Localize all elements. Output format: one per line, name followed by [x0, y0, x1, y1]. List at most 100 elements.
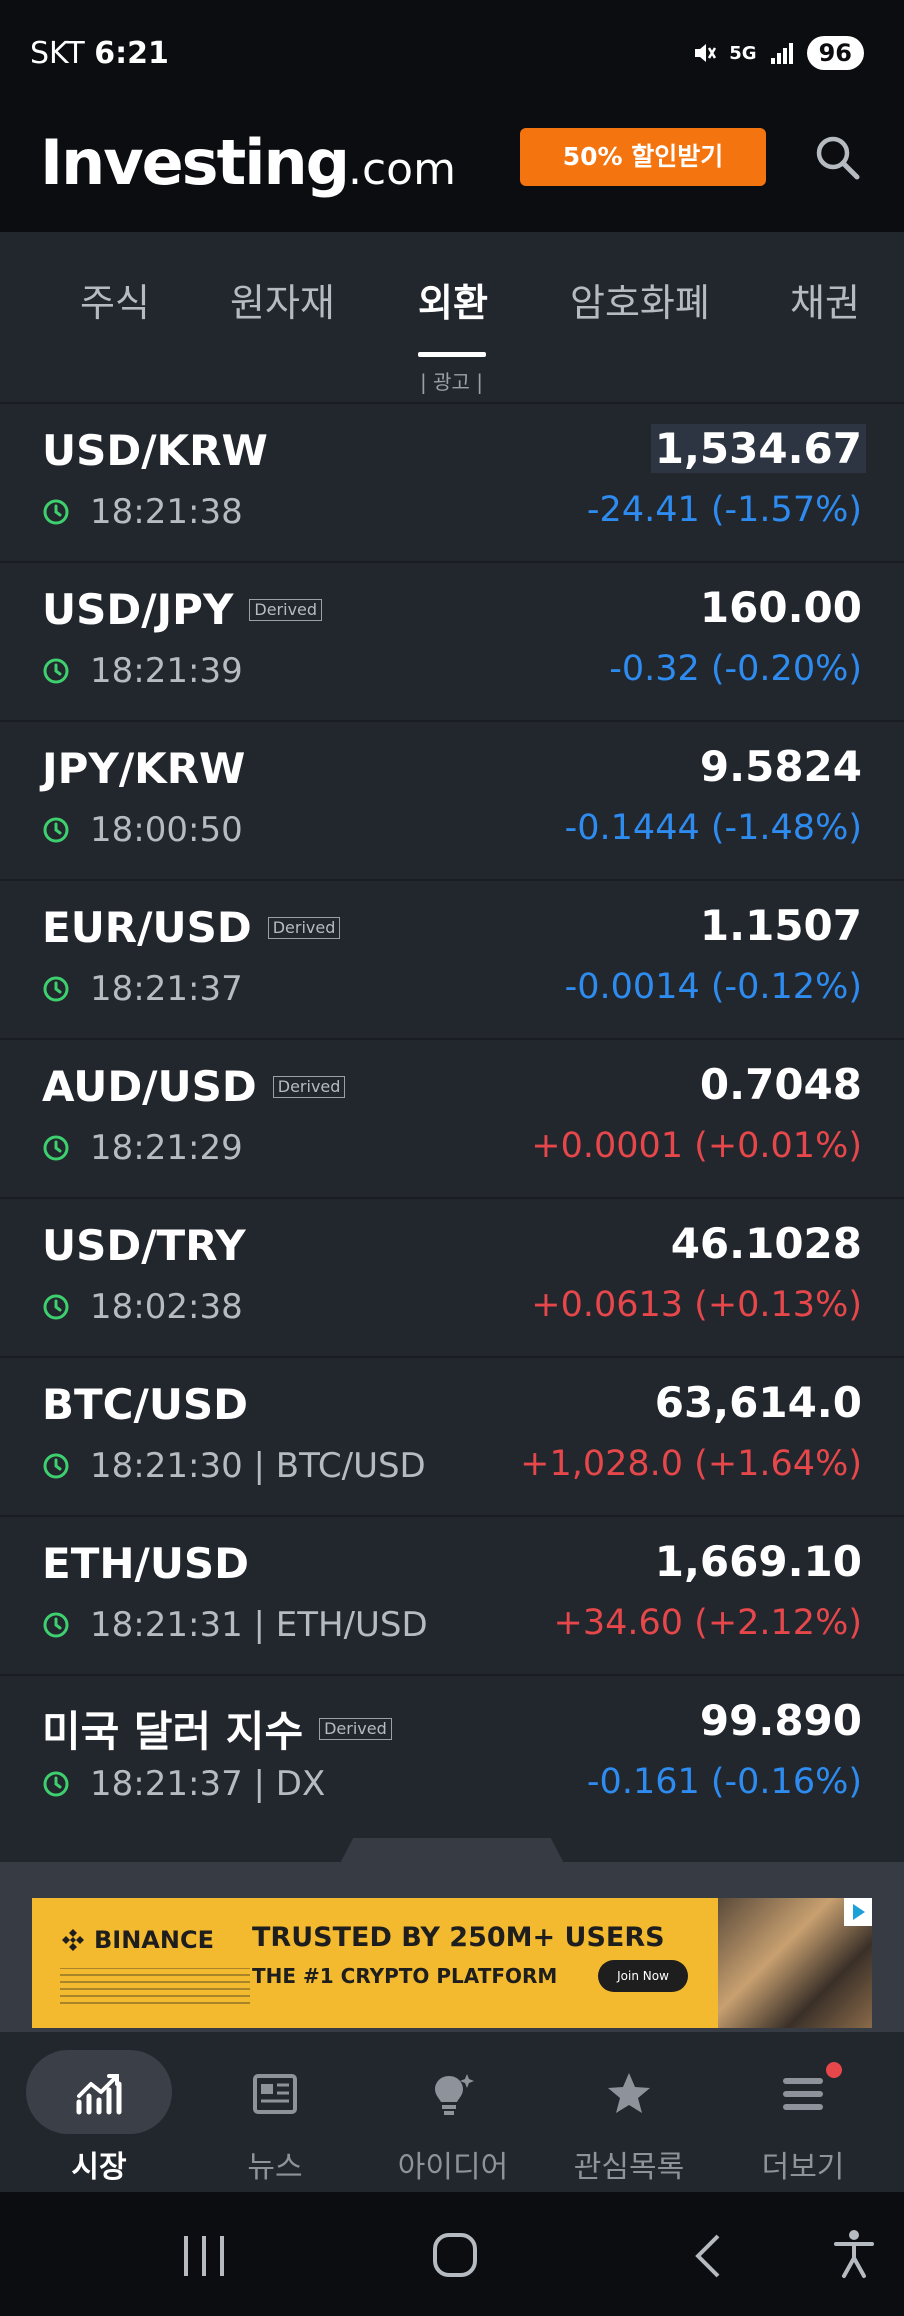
quote-row[interactable]: AUD/USD Derived 18:21:29 0.7048 +0.0001 (+0.… [0, 1038, 904, 1197]
quote-price: 9.5824 [699, 742, 862, 791]
quote-change: -0.0014 (-0.12%) [564, 967, 862, 1007]
binance-ad-banner[interactable]: BINANCE TRUSTED BY 250M+ USERS THE #1 CR… [32, 1898, 872, 2028]
quote-row[interactable]: USD/KRW 18:21:38 1,534.67 -24.41 (-1.57%) [0, 402, 904, 561]
symbol-label: USD/JPY [42, 585, 234, 634]
quote-row[interactable]: BTC/USD 18:21:30 | BTC/USD 63,614.0 +1,028.… [0, 1356, 904, 1515]
newspaper-icon [253, 2074, 297, 2114]
battery-indicator: 96 [806, 36, 864, 70]
symbol-label: 미국 달러 지수 [42, 1707, 304, 1756]
status-bar: SKT 6:21 5G 96 [0, 0, 904, 110]
logo-main: Investing [40, 126, 350, 199]
tab-stocks[interactable]: 주식 [80, 272, 150, 327]
adchoices-icon[interactable] [844, 1898, 872, 1926]
quote-time: 18:00:50 [42, 810, 243, 850]
recent-apps-icon[interactable] [180, 2234, 228, 2278]
quote-time: 18:21:38 [42, 492, 243, 532]
quote-price: 0.7048 [699, 1060, 862, 1109]
quote-time: 18:02:38 [42, 1287, 243, 1327]
quote-change: -0.161 (-0.16%) [586, 1762, 862, 1802]
symbol-label: AUD/USD [42, 1062, 257, 1111]
tab-forex[interactable]: 외환 [418, 272, 488, 327]
quote-row[interactable]: 미국 달러 지수 Derived 18:21:37 | DX 99.890 -0.161… [0, 1674, 904, 1833]
promo-discount-button[interactable]: 50% 할인받기 [520, 128, 766, 186]
search-icon[interactable] [812, 132, 862, 182]
quote-price: 46.1028 [670, 1219, 862, 1268]
category-tabs: 주식 원자재 외환 암호화폐 채권 | 광고 | [0, 232, 904, 402]
quote-symbol: BTC/USD [42, 1380, 248, 1429]
quote-symbol: ETH/USD [42, 1539, 249, 1588]
quote-price: 1,669.10 [654, 1537, 862, 1586]
symbol-label: BTC/USD [42, 1380, 249, 1429]
quote-symbol: USD/JPY Derived [42, 585, 323, 634]
ad-container: BINANCE TRUSTED BY 250M+ USERS THE #1 CR… [0, 1862, 904, 2032]
quote-change: +34.60 (+2.12%) [553, 1603, 862, 1643]
back-icon[interactable] [690, 2232, 724, 2280]
quote-time: 18:21:39 [42, 651, 243, 691]
nav-news[interactable]: 뉴스 [194, 2050, 374, 2190]
ad-subline: THE #1 CRYPTO PLATFORM [252, 1964, 558, 1988]
time-label: 18:21:38 [90, 492, 243, 532]
nav-label-more: 더보기 [761, 2150, 845, 2185]
time-label: 18:21:37 [90, 969, 243, 1009]
ad-fine-print [60, 1968, 250, 2004]
accessibility-icon[interactable] [832, 2228, 876, 2280]
clock-icon [43, 1612, 69, 1638]
clock-icon [43, 976, 69, 1002]
quote-time: 18:21:29 [42, 1128, 243, 1168]
quote-time: 18:21:37 [42, 969, 243, 1009]
ad-cta-button[interactable]: Join Now [598, 1960, 688, 1992]
quote-symbol: AUD/USD Derived [42, 1062, 346, 1111]
nav-label-markets: 시장 [71, 2150, 127, 2185]
quote-time: 18:21:31 | ETH/USD [42, 1605, 428, 1645]
home-icon[interactable] [432, 2232, 478, 2278]
symbol-label: USD/TRY [42, 1221, 246, 1270]
network-label: 5G [729, 42, 757, 64]
symbol-label: USD/KRW [42, 426, 268, 475]
quote-change: +1,028.0 (+1.64%) [520, 1444, 862, 1484]
system-navigation-bar [0, 2192, 904, 2316]
tab-crypto[interactable]: 암호화폐 [570, 272, 710, 327]
signal-icon [770, 43, 793, 64]
symbol-label: ETH/USD [42, 1539, 250, 1588]
notification-dot [826, 2062, 842, 2078]
tab-commodities[interactable]: 원자재 [230, 272, 335, 327]
quote-row[interactable]: ETH/USD 18:21:31 | ETH/USD 1,669.10 +34.60 … [0, 1515, 904, 1674]
symbol-label: JPY/KRW [42, 744, 246, 793]
lightbulb-icon [435, 2074, 474, 2115]
quote-price: 99.890 [699, 1696, 862, 1745]
nav-ideas[interactable]: 아이디어 [372, 2050, 552, 2190]
quote-row[interactable]: EUR/USD Derived 18:21:37 1.1507 -0.0014 (-0.… [0, 879, 904, 1038]
nav-markets[interactable]: 시장 [18, 2050, 198, 2190]
quote-list: USD/KRW 18:21:38 1,534.67 -24.41 (-1.57%) US… [0, 402, 904, 1833]
carrier-label: SKT [30, 36, 85, 71]
quote-symbol: EUR/USD Derived [42, 903, 341, 952]
quote-row[interactable]: USD/JPY Derived 18:21:39 160.00 -0.32 (-0.20… [0, 561, 904, 720]
mute-icon [695, 44, 717, 62]
time-label: 18:21:39 [90, 651, 243, 691]
status-carrier-time: SKT 6:21 [30, 36, 169, 71]
quote-symbol: USD/TRY [42, 1221, 246, 1270]
app-header: Investing.com 50% 할인받기 [0, 110, 904, 232]
quote-price: 63,614.0 [654, 1378, 862, 1427]
time-label: 18:21:30 | BTC/USD [90, 1446, 426, 1486]
quote-price: 160.00 [699, 583, 862, 632]
symbol-label: EUR/USD [42, 903, 252, 952]
time-label: 18:02:38 [90, 1287, 243, 1327]
tab-bonds[interactable]: 채권 [790, 272, 860, 327]
time-label: 18:21:37 | DX [90, 1764, 326, 1804]
quote-time: 18:21:30 | BTC/USD [42, 1446, 426, 1486]
investing-logo[interactable]: Investing.com [40, 126, 456, 199]
nav-more[interactable]: 더보기 [722, 2050, 902, 2190]
clock-label: 6:21 [94, 36, 169, 71]
derived-badge: Derived [272, 1075, 346, 1098]
logo-suffix: .com [347, 144, 456, 195]
nav-watchlist[interactable]: 관심목록 [548, 2050, 728, 2190]
star-icon [608, 2073, 650, 2113]
quote-change: -24.41 (-1.57%) [586, 490, 862, 530]
nav-label-news: 뉴스 [247, 2150, 303, 2185]
nav-label-ideas: 아이디어 [397, 2150, 509, 2185]
quote-row[interactable]: USD/TRY 18:02:38 46.1028 +0.0613 (+0.13%) [0, 1197, 904, 1356]
quote-row[interactable]: JPY/KRW 18:00:50 9.5824 -0.1444 (-1.48%) [0, 720, 904, 879]
derived-badge: Derived [319, 1717, 392, 1740]
chart-trend-icon [76, 2074, 122, 2115]
